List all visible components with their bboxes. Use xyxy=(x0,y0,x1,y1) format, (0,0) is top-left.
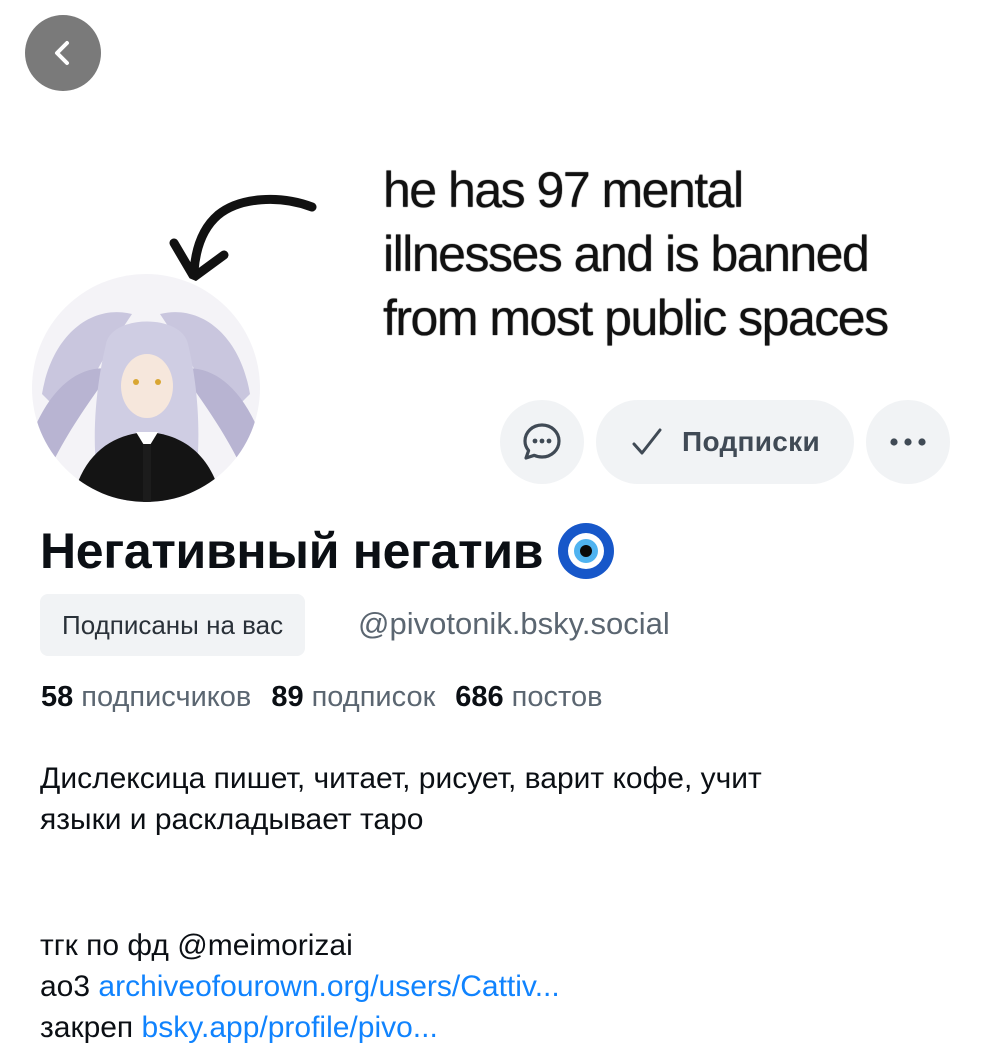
bio-ao3-prefix: ао3 xyxy=(40,970,91,1003)
bio-pin-prefix: закреп xyxy=(40,1011,134,1044)
bio-line: Дислексица пишет, читает, рисует, варит … xyxy=(40,762,762,795)
ellipsis-icon xyxy=(890,438,926,446)
display-name: Негативный негатив xyxy=(40,522,615,580)
follows-you-badge: Подписаны на вас xyxy=(40,594,306,656)
posts-label: постов xyxy=(511,681,603,713)
followers-count: 58 xyxy=(41,681,74,713)
bio-spacer xyxy=(40,840,970,925)
bio-line-tgk: тгк по фд @meimorizai xyxy=(40,925,970,966)
bio-line-ao3: ао3 archiveofourown.org/users/Cattiv... xyxy=(40,966,970,1007)
profile-bio: Дислексица пишет, читает, рисует, варит … xyxy=(40,758,970,1048)
nazar-amulet-emoji xyxy=(557,522,615,580)
bio-line: языки и раскладывает таро xyxy=(40,803,424,836)
bio-line-pin: закреп bsky.app/profile/pivo... xyxy=(40,1007,970,1048)
following-label: подписок xyxy=(311,681,436,713)
display-name-text: Негативный негатив xyxy=(40,523,544,579)
avatar-illustration xyxy=(32,274,260,502)
avatar[interactable] xyxy=(28,270,264,506)
back-button[interactable] xyxy=(25,15,101,91)
bio-tgk-prefix: тгк по фд xyxy=(40,929,169,962)
pinned-post-link[interactable]: bsky.app/profile/pivo... xyxy=(142,1011,438,1044)
banner-caption: he has 97 mental illnesses and is banned… xyxy=(383,158,983,350)
banner-line: illnesses and is banned xyxy=(383,226,870,282)
more-options-button[interactable] xyxy=(866,400,950,484)
profile-handle: @pivotonik.bsky.social xyxy=(358,606,670,641)
following-stat[interactable]: 89 подписок xyxy=(271,681,435,714)
checkmark-icon xyxy=(632,428,662,455)
posts-count: 686 xyxy=(455,681,504,713)
following-count: 89 xyxy=(271,681,304,713)
following-button-label: Подписки xyxy=(682,426,820,457)
chat-bubble-icon xyxy=(523,423,561,460)
banner-line: he has 97 mental xyxy=(383,162,744,218)
bio-tgk-mention: @meimorizai xyxy=(177,929,353,962)
banner-line: from most public spaces xyxy=(383,290,889,346)
followers-stat[interactable]: 58 подписчиков xyxy=(41,681,251,714)
ao3-link[interactable]: archiveofourown.org/users/Cattiv... xyxy=(98,970,559,1003)
following-button[interactable]: Подписки xyxy=(596,400,854,484)
posts-stat: 686 постов xyxy=(455,681,602,714)
profile-stats: 58 подписчиков 89 подписок 686 постов xyxy=(41,681,602,714)
chevron-left-icon xyxy=(55,41,69,65)
message-button[interactable] xyxy=(500,400,584,484)
followers-label: подписчиков xyxy=(81,681,252,713)
